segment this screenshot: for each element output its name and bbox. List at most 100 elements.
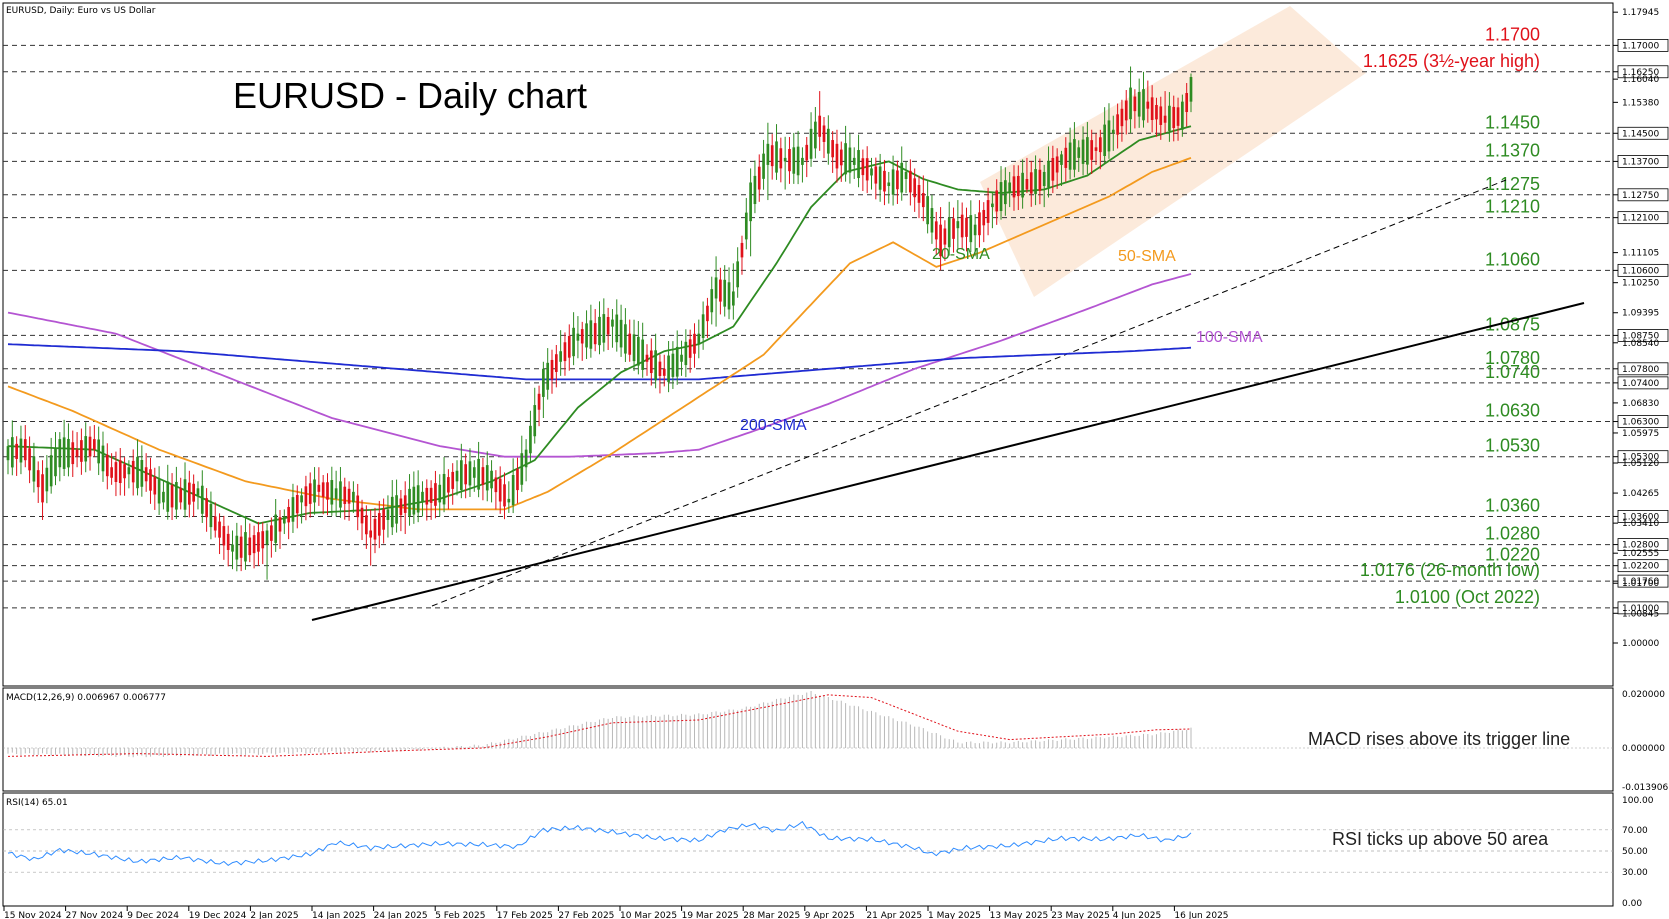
candle-body	[395, 495, 398, 523]
candle-body	[145, 467, 148, 481]
candle-body	[400, 499, 403, 516]
candle-body	[857, 150, 860, 178]
candle-body	[408, 489, 411, 516]
candle-body	[464, 464, 467, 484]
candle-body	[1177, 107, 1180, 125]
candle-body	[650, 351, 653, 374]
level-label: 1.0530	[1485, 436, 1540, 456]
candle-body	[862, 158, 865, 175]
candle-body	[369, 531, 372, 538]
candle-body	[374, 519, 377, 540]
candle-body	[818, 116, 821, 137]
candle-body	[628, 334, 631, 355]
candle-body	[235, 536, 238, 560]
candle-body	[788, 149, 791, 171]
macd-axis-label: 0.020000	[1622, 690, 1665, 700]
candle-body	[797, 147, 800, 176]
level-label: 1.1060	[1485, 249, 1540, 269]
candle-body	[166, 482, 169, 512]
price-tick-label: 1.04265	[1622, 489, 1659, 499]
candle-body	[836, 144, 839, 169]
symbol-info: EURUSD, Daily: Euro vs US Dollar	[6, 6, 156, 16]
price-tick-label: 1.09395	[1622, 309, 1659, 319]
candle-body	[188, 483, 191, 505]
candle-body	[89, 437, 92, 457]
rsi-axis-label: 70.00	[1622, 826, 1648, 836]
candle-body	[477, 459, 480, 490]
date-label: 2 Jan 2025	[250, 911, 298, 919]
candle-body	[693, 334, 696, 354]
candle-body	[499, 479, 502, 502]
candle-body	[931, 208, 934, 232]
candle-body	[1138, 92, 1141, 117]
level-label: 1.0176 (26-month low)	[1360, 560, 1540, 580]
candle-body	[41, 474, 44, 502]
candle-body	[672, 354, 675, 377]
candle-body	[391, 497, 394, 527]
candle-body	[507, 499, 510, 503]
candle-body	[318, 485, 321, 492]
candle-body	[844, 143, 847, 174]
candle-body	[676, 347, 679, 377]
macd-info: MACD(12,26,9) 0.006967 0.006777	[6, 693, 166, 703]
candle-body	[240, 537, 243, 558]
candle-body	[1043, 172, 1046, 186]
level-label: 1.0360	[1485, 495, 1540, 515]
candle-body	[84, 436, 87, 461]
candle-body	[132, 461, 135, 482]
candle-body	[568, 336, 571, 358]
rsi-info: RSI(14) 65.01	[6, 798, 68, 808]
macd-axis-label: 0.000000	[1622, 744, 1665, 754]
candle-body	[503, 484, 506, 506]
sma100-label: 100-SMA	[1196, 329, 1263, 346]
candle-body	[982, 210, 985, 225]
candle-body	[296, 495, 299, 513]
candle-body	[1146, 102, 1149, 109]
candle-body	[71, 442, 74, 464]
candle-body	[1168, 106, 1171, 131]
date-label: 13 May 2025	[990, 911, 1049, 919]
candle-body	[633, 334, 636, 361]
candle-body	[935, 221, 938, 239]
candle-body	[266, 531, 269, 545]
candle-body	[490, 471, 493, 489]
candle-body	[922, 193, 925, 207]
candle-body	[520, 453, 523, 485]
candle-body	[1159, 106, 1162, 125]
candle-body	[171, 485, 174, 507]
candle-body	[801, 158, 804, 165]
candle-body	[1108, 120, 1111, 151]
candle-body	[1008, 182, 1011, 193]
candle-body	[987, 200, 990, 223]
candle-body	[1017, 176, 1020, 196]
candle-body	[244, 532, 247, 561]
candle-body	[46, 468, 49, 492]
candle-body	[197, 488, 200, 495]
price-tick-label: 1.05120	[1622, 459, 1659, 469]
chart-canvas: 1.17001.1625 (3½-year high)1.14501.13701…	[0, 0, 1669, 919]
candle-body	[810, 129, 813, 159]
date-label: 17 Feb 2025	[497, 911, 553, 919]
candle-body	[1000, 182, 1003, 211]
date-label: 9 Apr 2025	[805, 911, 855, 919]
rsi-axis-label: 50.00	[1622, 847, 1648, 857]
candle-body	[447, 477, 450, 492]
price-tick-label: 1.06830	[1622, 399, 1659, 409]
candle-body	[486, 465, 489, 490]
candle-body	[430, 488, 433, 503]
candle-body	[887, 182, 890, 186]
date-label: 24 Jan 2025	[374, 911, 428, 919]
candle-body	[1090, 140, 1093, 160]
candle-body	[404, 495, 407, 513]
candle-body	[814, 122, 817, 149]
candle-body	[736, 261, 739, 287]
date-label: 21 Apr 2025	[866, 911, 922, 919]
candle-body	[641, 340, 644, 370]
candle-body	[482, 467, 485, 485]
candle-body	[1099, 137, 1102, 152]
candle-body	[287, 507, 290, 522]
date-label: 10 Mar 2025	[620, 911, 677, 919]
candle-body	[1172, 107, 1175, 128]
candle-body	[741, 243, 744, 257]
candle-body	[179, 488, 182, 502]
